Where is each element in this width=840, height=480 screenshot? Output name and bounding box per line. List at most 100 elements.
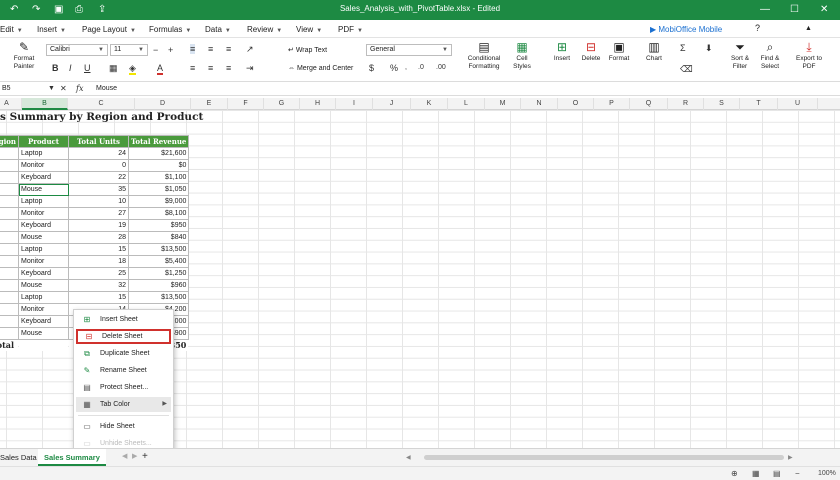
- region-cell[interactable]: [0, 267, 19, 280]
- column-header-c[interactable]: C: [68, 98, 135, 110]
- revenue-cell[interactable]: $8,100: [127, 207, 190, 220]
- menu-insert[interactable]: Insert ▼: [37, 25, 66, 34]
- units-cell[interactable]: 27: [68, 207, 129, 220]
- revenue-cell[interactable]: $840: [127, 231, 190, 244]
- tab-sales-data[interactable]: Sales Data: [0, 449, 43, 466]
- product-cell[interactable]: Laptop: [18, 291, 69, 304]
- comma-style-icon[interactable]: ,: [405, 63, 407, 73]
- units-cell[interactable]: 32: [68, 279, 129, 292]
- product-cell[interactable]: Mouse: [18, 231, 69, 244]
- revenue-cell[interactable]: $21,600: [127, 147, 190, 160]
- units-cell[interactable]: 15: [68, 291, 129, 304]
- revenue-cell[interactable]: $960: [127, 279, 190, 292]
- units-cell[interactable]: 25: [68, 267, 129, 280]
- name-box[interactable]: B5: [0, 83, 46, 95]
- revenue-cell[interactable]: $9,000: [127, 195, 190, 208]
- column-header-m[interactable]: M: [485, 98, 521, 110]
- conditional-formatting-button[interactable]: ▤ Conditional Formatting: [463, 40, 505, 71]
- units-cell[interactable]: 0: [68, 159, 129, 172]
- minimize-icon[interactable]: —: [760, 3, 770, 17]
- menu-page-layout[interactable]: Page Layout ▼: [82, 25, 136, 34]
- column-header-g[interactable]: G: [264, 98, 300, 110]
- region-cell[interactable]: [0, 255, 19, 268]
- scroll-tabs-left-icon[interactable]: ◀: [122, 452, 127, 462]
- revenue-cell[interactable]: $13,500: [127, 243, 190, 256]
- export-pdf-button[interactable]: ⤓ Export to PDF: [795, 40, 823, 71]
- region-cell[interactable]: [0, 279, 19, 292]
- format-painter-button[interactable]: ✎ Format Painter: [10, 40, 38, 71]
- column-header-j[interactable]: J: [373, 98, 411, 110]
- fx-icon[interactable]: fx: [76, 84, 83, 94]
- product-cell[interactable]: Laptop: [18, 243, 69, 256]
- product-cell[interactable]: Keyboard: [18, 267, 69, 280]
- scroll-tabs-right-icon[interactable]: ▶: [132, 452, 137, 462]
- align-left-icon[interactable]: ≡: [190, 63, 195, 73]
- revenue-cell[interactable]: $1,050: [127, 183, 190, 196]
- units-cell[interactable]: 19: [68, 219, 129, 232]
- menu-rename-sheet[interactable]: ✎ Rename Sheet: [76, 363, 171, 378]
- region-cell[interactable]: [0, 315, 19, 328]
- indent-icon[interactable]: ⇥: [246, 63, 254, 73]
- percent-button[interactable]: %: [390, 63, 398, 73]
- autosum-icon[interactable]: Σ: [680, 43, 686, 53]
- zoom-out-icon[interactable]: −: [795, 469, 800, 479]
- units-cell[interactable]: 28: [68, 231, 129, 244]
- menu-data[interactable]: Data ▼: [205, 25, 231, 34]
- region-cell[interactable]: [0, 183, 19, 196]
- region-cell[interactable]: [0, 291, 19, 304]
- chevron-down-icon[interactable]: ▼: [48, 84, 55, 94]
- find-select-button[interactable]: ⌕ Find & Select: [756, 40, 784, 71]
- bold-icon[interactable]: B: [52, 63, 59, 73]
- number-format-select[interactable]: General ▼: [366, 44, 452, 56]
- delete-cells-button[interactable]: ⊟ Delete: [577, 40, 605, 63]
- units-cell[interactable]: 24: [68, 147, 129, 160]
- region-cell[interactable]: [0, 243, 19, 256]
- column-header-b[interactable]: B: [22, 98, 68, 110]
- region-cell[interactable]: [0, 303, 19, 316]
- column-header-i[interactable]: I: [336, 98, 373, 110]
- column-header-f[interactable]: F: [228, 98, 264, 110]
- add-sheet-icon[interactable]: +: [142, 452, 148, 462]
- units-cell[interactable]: 22: [68, 171, 129, 184]
- close-icon[interactable]: ✕: [820, 3, 828, 17]
- tab-sales-summary[interactable]: Sales Summary: [38, 449, 106, 466]
- format-cells-button[interactable]: ▣ Format: [605, 40, 633, 63]
- region-cell[interactable]: [0, 231, 19, 244]
- font-name-select[interactable]: Calibri ▼: [46, 44, 108, 56]
- column-header-t[interactable]: T: [740, 98, 778, 110]
- units-cell[interactable]: 18: [68, 255, 129, 268]
- help-icon[interactable]: ?: [755, 23, 760, 33]
- column-header-u[interactable]: U: [778, 98, 818, 110]
- column-header-d[interactable]: D: [135, 98, 191, 110]
- product-cell[interactable]: Laptop: [18, 147, 69, 160]
- font-color-icon[interactable]: A: [157, 63, 164, 75]
- align-bottom-icon[interactable]: ≡: [226, 44, 231, 54]
- column-header-e[interactable]: E: [191, 98, 228, 110]
- product-cell[interactable]: Monitor: [18, 207, 69, 220]
- cancel-icon[interactable]: ✕: [60, 84, 67, 94]
- scroll-right-icon[interactable]: ▶: [788, 453, 793, 463]
- fill-icon[interactable]: ⬇: [705, 43, 713, 53]
- product-cell[interactable]: Mouse: [18, 183, 69, 196]
- column-header-p[interactable]: P: [594, 98, 630, 110]
- column-header-l[interactable]: L: [448, 98, 485, 110]
- column-header-o[interactable]: O: [558, 98, 594, 110]
- maximize-icon[interactable]: ☐: [790, 3, 799, 17]
- menu-edit[interactable]: Edit ▼: [0, 25, 23, 34]
- product-cell[interactable]: Keyboard: [18, 171, 69, 184]
- formula-input[interactable]: Mouse: [96, 83, 117, 95]
- font-size-select[interactable]: 11 ▼: [110, 44, 148, 56]
- product-cell[interactable]: Keyboard: [18, 315, 69, 328]
- product-cell[interactable]: Monitor: [18, 159, 69, 172]
- revenue-cell[interactable]: $1,100: [127, 171, 190, 184]
- column-header-s[interactable]: S: [704, 98, 740, 110]
- menu-hide-sheet[interactable]: ▭ Hide Sheet: [76, 419, 171, 434]
- zoom-level[interactable]: 100%: [818, 469, 836, 479]
- decrease-font-icon[interactable]: −: [153, 45, 158, 55]
- region-cell[interactable]: [0, 195, 19, 208]
- merge-center-button[interactable]: ⇔ Merge and Center: [288, 65, 353, 72]
- units-cell[interactable]: 15: [68, 243, 129, 256]
- revenue-cell[interactable]: $0: [127, 159, 190, 172]
- italic-icon[interactable]: I: [69, 63, 72, 73]
- menu-delete-sheet[interactable]: ⊟ Delete Sheet: [76, 329, 171, 344]
